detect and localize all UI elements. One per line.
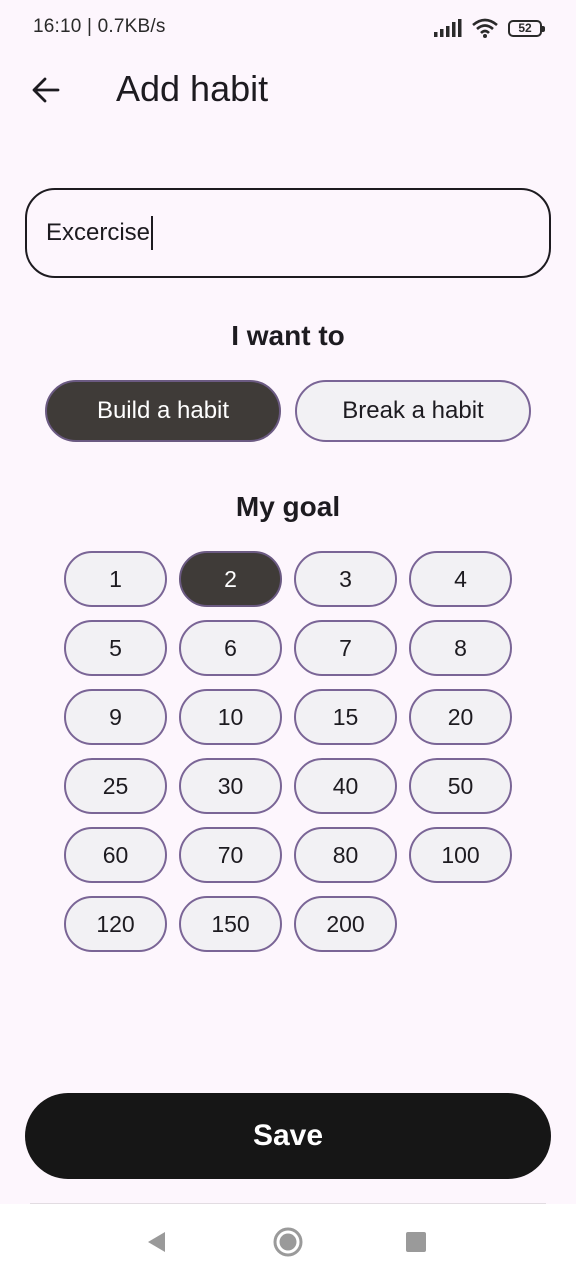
save-button[interactable]: Save xyxy=(25,1093,551,1179)
goal-option-50[interactable]: 50 xyxy=(409,758,512,814)
break-habit-button[interactable]: Break a habit xyxy=(295,380,531,442)
goal-option-label: 100 xyxy=(441,841,480,868)
goal-heading: My goal xyxy=(235,491,341,522)
triangle-back-icon xyxy=(148,1232,165,1252)
goal-option-6[interactable]: 6 xyxy=(179,620,282,676)
goal-option-80[interactable]: 80 xyxy=(294,827,397,883)
goal-option-label: 2 xyxy=(224,565,237,592)
goal-option-2[interactable]: 2 xyxy=(179,551,282,607)
goal-option-1[interactable]: 1 xyxy=(64,551,167,607)
nav-back-button[interactable] xyxy=(132,1218,180,1266)
goal-option-120[interactable]: 120 xyxy=(64,896,167,952)
goal-option-label: 3 xyxy=(339,565,352,592)
battery-level: 52 xyxy=(518,20,532,35)
goal-option-label: 40 xyxy=(332,772,359,799)
habit-type-heading: I want to xyxy=(231,320,345,351)
nav-recents-button[interactable] xyxy=(392,1218,440,1266)
goal-option-label: 4 xyxy=(454,565,467,592)
goal-option-20[interactable]: 20 xyxy=(409,689,512,745)
build-habit-button[interactable]: Build a habit xyxy=(45,380,281,442)
goal-option-200[interactable]: 200 xyxy=(294,896,397,952)
goal-option-label: 8 xyxy=(454,634,467,661)
goal-option-10[interactable]: 10 xyxy=(179,689,282,745)
goal-option-label: 5 xyxy=(109,634,122,661)
goal-option-label: 70 xyxy=(217,841,244,868)
page-title: Add habit xyxy=(116,68,269,109)
build-habit-label: Build a habit xyxy=(96,397,230,424)
goal-option-150[interactable]: 150 xyxy=(179,896,282,952)
goal-option-8[interactable]: 8 xyxy=(409,620,512,676)
goal-option-label: 50 xyxy=(447,772,474,799)
save-label: Save xyxy=(252,1119,324,1152)
goal-option-label: 80 xyxy=(332,841,359,868)
battery-icon: 52 xyxy=(508,19,545,37)
goal-option-label: 120 xyxy=(96,910,135,937)
goal-option-5[interactable]: 5 xyxy=(64,620,167,676)
habit-name-value: Excercise xyxy=(46,219,151,246)
signal-icon xyxy=(434,19,462,37)
arrow-left-icon xyxy=(32,77,60,103)
goal-option-label: 60 xyxy=(102,841,129,868)
break-habit-label: Break a habit xyxy=(342,397,484,424)
square-recents-icon xyxy=(406,1232,426,1252)
habit-name-input[interactable]: Excercise xyxy=(25,188,551,278)
status-bar: 16:10 | 0.7KB/s 52 xyxy=(0,0,576,56)
goal-option-4[interactable]: 4 xyxy=(409,551,512,607)
goal-option-label: 200 xyxy=(326,910,365,937)
goal-option-label: 1 xyxy=(109,565,122,592)
goal-option-label: 30 xyxy=(217,772,244,799)
goal-option-30[interactable]: 30 xyxy=(179,758,282,814)
goal-option-9[interactable]: 9 xyxy=(64,689,167,745)
system-nav-bar xyxy=(0,1204,576,1280)
goal-option-label: 9 xyxy=(109,703,122,730)
goal-option-label: 15 xyxy=(332,703,359,730)
app-bar: Add habit xyxy=(0,56,576,124)
goal-option-15[interactable]: 15 xyxy=(294,689,397,745)
status-icons: 52 xyxy=(434,16,545,40)
goal-option-70[interactable]: 70 xyxy=(179,827,282,883)
goal-option-label: 25 xyxy=(102,772,129,799)
text-caret xyxy=(151,216,154,250)
nav-home-button[interactable] xyxy=(264,1218,312,1266)
status-time-speed: 16:10 | 0.7KB/s xyxy=(33,16,166,37)
goal-option-3[interactable]: 3 xyxy=(294,551,397,607)
goal-option-60[interactable]: 60 xyxy=(64,827,167,883)
goal-option-label: 6 xyxy=(224,634,237,661)
circle-home-icon xyxy=(273,1227,303,1257)
goal-option-label: 150 xyxy=(211,910,250,937)
goal-option-7[interactable]: 7 xyxy=(294,620,397,676)
goal-option-label: 7 xyxy=(339,634,352,661)
wifi-icon xyxy=(472,18,498,38)
goal-option-100[interactable]: 100 xyxy=(409,827,512,883)
goal-option-label: 10 xyxy=(217,703,244,730)
back-button[interactable] xyxy=(22,66,70,114)
goal-option-25[interactable]: 25 xyxy=(64,758,167,814)
goal-option-40[interactable]: 40 xyxy=(294,758,397,814)
goal-option-label: 20 xyxy=(447,703,474,730)
